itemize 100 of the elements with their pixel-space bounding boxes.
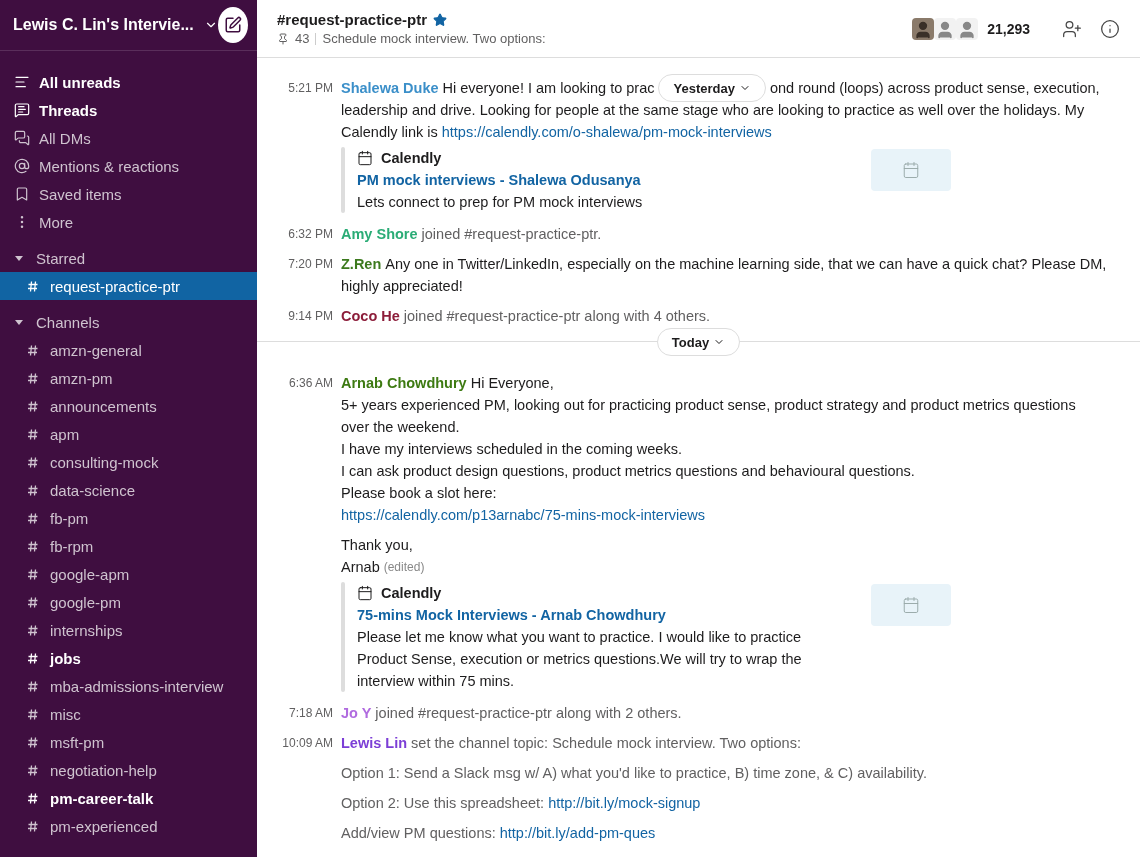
channel-item[interactable]: google-apm: [0, 560, 257, 588]
attachment-title[interactable]: 75-mins Mock Interviews - Arnab Chowdhury: [357, 604, 827, 626]
timestamp[interactable]: 7:20 PM: [257, 253, 333, 297]
avatar-icon: [912, 17, 935, 40]
attachment-service: Calendly: [381, 584, 442, 603]
speech-bubble-icon: [14, 102, 30, 118]
message-text: Option 2: Use this spreadsheet:: [341, 794, 545, 813]
channel-item[interactable]: mba-admissions-interview: [0, 672, 257, 700]
nav-item[interactable]: Saved items: [0, 180, 257, 208]
timestamp[interactable]: 6:32 PM: [257, 223, 333, 245]
hash-icon: [28, 456, 38, 468]
hash-icon: [28, 540, 38, 552]
message-text: over the weekend.: [341, 418, 460, 437]
author-name[interactable]: Coco He: [341, 305, 400, 327]
channel-item[interactable]: announcements: [0, 392, 257, 420]
author-name[interactable]: Lewis Lin: [341, 732, 408, 754]
nav-item[interactable]: More: [0, 208, 257, 236]
hash-icon: [28, 344, 38, 356]
message-text: Add/view PM questions:: [341, 824, 496, 843]
channel-item[interactable]: amzn-general: [0, 336, 257, 364]
at-sign-icon: [14, 158, 30, 174]
menu-icon: [14, 74, 30, 90]
compose-icon: [223, 16, 242, 34]
channel-item[interactable]: apm: [0, 420, 257, 448]
timestamp[interactable]: 10:09 AM: [257, 732, 333, 844]
hash-icon: [28, 484, 38, 496]
hash-icon: [28, 428, 38, 440]
message-text: ond round (loops) across product sense, execution,: [769, 79, 1100, 98]
message-text: Any one in Twitter/LinkedIn, especially on the machine learning side, that we can have a quick chat? Please DM,: [385, 255, 1107, 274]
channel-item[interactable]: negotiation-help: [0, 756, 257, 784]
channel-item[interactable]: jobs: [0, 644, 257, 672]
hash-icon: [28, 400, 38, 412]
channel-item[interactable]: data-science: [0, 476, 257, 504]
message-text: Thank you,: [341, 536, 413, 555]
timestamp[interactable]: 9:14 PM: [257, 305, 333, 327]
link[interactable]: https://calendly.com/o-shalewa/pm-mock-interviews: [441, 121, 772, 143]
channel-item[interactable]: fb-rpm: [0, 532, 257, 560]
edited-label: (edited): [383, 559, 425, 576]
message-text: Arnab: [341, 558, 380, 577]
channel-item[interactable]: misc: [0, 700, 257, 728]
hash-icon: [28, 280, 38, 292]
workspace-menu[interactable]: Lewis C. Lin's Intervie...: [13, 16, 218, 34]
join-notice: joined #request-practice-ptr.: [421, 225, 602, 244]
compose-button[interactable]: [217, 7, 248, 43]
nav-item[interactable]: Mentions & reactions: [0, 152, 257, 180]
hash-icon: [28, 736, 38, 748]
star-icon[interactable]: [433, 12, 448, 27]
author-name[interactable]: Shalewa Duke: [341, 77, 439, 99]
speech-bubbles-icon: [14, 130, 30, 146]
channel-item[interactable]: amzn-pm: [0, 364, 257, 392]
author-name[interactable]: Z.Ren: [341, 253, 382, 275]
channel-item[interactable]: msft-pm: [0, 728, 257, 756]
member-count[interactable]: 21,293: [987, 20, 1030, 37]
section-header[interactable]: Starred: [0, 244, 257, 272]
caret-icon: [14, 253, 24, 263]
message-text: 5+ years experienced PM, looking out for practicing product sense, product strategy and product metrics questions: [341, 396, 1076, 415]
hash-icon: [28, 708, 38, 720]
channel-item[interactable]: internships: [0, 616, 257, 644]
timestamp[interactable]: 5:21 PM: [257, 77, 333, 215]
channel-item[interactable]: fb-pm: [0, 504, 257, 532]
link[interactable]: https://calendly.com/p13arnabc/75-mins-mock-interviews: [341, 504, 705, 526]
channel-item[interactable]: consulting-mock: [0, 448, 257, 476]
section-header[interactable]: Channels: [0, 308, 257, 336]
message-text: leadership and drive. Looking for people at the same stage who are looking to practice as well over the holidays. My: [341, 101, 1085, 120]
hash-icon: [28, 568, 38, 580]
date-pill[interactable]: Yesterday: [658, 74, 766, 102]
hash-icon: [28, 512, 38, 524]
pin-count[interactable]: 43: [295, 31, 310, 46]
topic-notice: set the channel topic: Schedule mock interview. Two options:: [411, 734, 801, 753]
message-text: Hi Everyone,: [470, 374, 554, 393]
date-pill[interactable]: Today: [656, 328, 741, 356]
calendar-icon: [357, 585, 373, 601]
link[interactable]: http://bit.ly/add-pm-ques: [499, 822, 656, 844]
avatar-icon: [956, 17, 979, 40]
message-text: Please book a slot here:: [341, 484, 497, 503]
timestamp[interactable]: 6:36 AM: [257, 372, 333, 694]
link[interactable]: http://bit.ly/mock-signup: [548, 792, 701, 814]
author-name[interactable]: Arnab Chowdhury: [341, 372, 467, 394]
channel-item[interactable]: pm-experienced: [0, 812, 257, 840]
calendar-icon: [902, 161, 920, 179]
hash-icon: [28, 764, 38, 776]
timestamp[interactable]: 7:18 AM: [257, 702, 333, 724]
message-text: Hi everyone! I am looking to prac: [442, 79, 655, 98]
attachment-description: Lets connect to prep for PM mock interviews: [357, 193, 644, 212]
channel-item[interactable]: google-pm: [0, 588, 257, 616]
hash-icon: [28, 596, 38, 608]
pin-icon: [277, 32, 289, 45]
channel-item[interactable]: request-practice-ptr: [0, 272, 257, 300]
channel-item[interactable]: pm-career-talk: [0, 784, 257, 812]
message-text: Calendly link is: [341, 123, 438, 142]
hash-icon: [28, 820, 38, 832]
nav-item[interactable]: All unreads: [0, 68, 257, 96]
message-text: highly appreciated!: [341, 277, 463, 296]
calendar-icon: [902, 596, 920, 614]
channel-topic: Schedule mock interview. Two options:: [322, 31, 546, 46]
attachment-title[interactable]: PM mock interviews - Shalewa Odusanya: [357, 169, 827, 191]
join-notice: joined #request-practice-ptr along with 4 others.: [403, 307, 711, 326]
nav-item[interactable]: Threads: [0, 96, 257, 124]
hash-icon: [28, 792, 38, 804]
nav-item[interactable]: All DMs: [0, 124, 257, 152]
